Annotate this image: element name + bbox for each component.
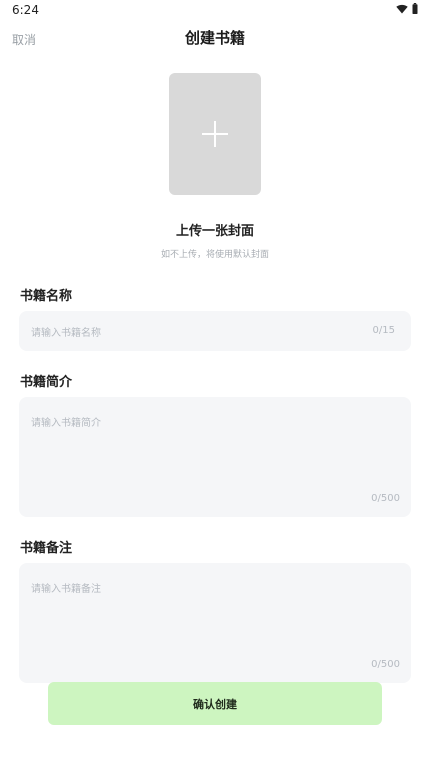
status-time: 6:24 bbox=[12, 3, 39, 17]
confirm-create-button[interactable]: 确认创建 bbox=[48, 682, 382, 725]
book-note-textarea[interactable]: 请输入书籍备注 0/500 bbox=[19, 563, 411, 683]
book-intro-label: 书籍简介 bbox=[20, 375, 73, 390]
cover-upload-title: 上传一张封面 bbox=[175, 224, 254, 239]
nav-bar: 取消 创建书籍 bbox=[0, 22, 430, 54]
book-name-placeholder: 请输入书籍名称 bbox=[31, 328, 101, 339]
book-intro-textarea[interactable]: 请输入书籍简介 0/500 bbox=[19, 397, 411, 517]
cover-upload-hint: 如不上传，将使用默认封面 bbox=[160, 250, 269, 260]
cover-upload-button[interactable] bbox=[169, 73, 261, 195]
book-note-counter: 0/500 bbox=[371, 659, 400, 670]
battery-icon bbox=[412, 3, 418, 14]
status-bar: 6:24 bbox=[0, 0, 430, 20]
book-intro-counter: 0/500 bbox=[371, 493, 400, 504]
book-note-placeholder: 请输入书籍备注 bbox=[31, 584, 101, 595]
book-note-label: 书籍备注 bbox=[20, 541, 73, 556]
status-icons bbox=[396, 3, 418, 14]
book-name-counter: 0/15 bbox=[372, 325, 395, 336]
book-name-input[interactable]: 请输入书籍名称 0/15 bbox=[19, 311, 411, 351]
page-title: 创建书籍 bbox=[184, 29, 245, 47]
plus-icon bbox=[202, 121, 228, 147]
wifi-icon bbox=[396, 4, 408, 14]
book-intro-placeholder: 请输入书籍简介 bbox=[31, 418, 101, 429]
book-name-label: 书籍名称 bbox=[20, 289, 73, 304]
